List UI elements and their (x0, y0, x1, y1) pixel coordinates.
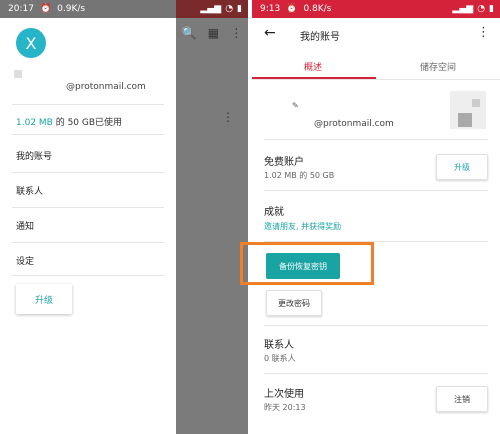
right-screen: 9:13 ⏰ 0.8K/s ▂▄▆ ◔ ▮ ← 我的账号 ⋮ 概述 储存空间 ✎… (252, 0, 500, 434)
status-time: 9:13 (260, 4, 281, 14)
account-email: @protonmail.com (314, 119, 394, 129)
divider (264, 190, 488, 191)
divider (12, 275, 164, 276)
menu-item-notifications[interactable]: 通知 (16, 219, 34, 232)
logout-button[interactable]: 注销 (436, 386, 488, 412)
divider (264, 325, 488, 326)
alarm-icon: ⏰ (286, 4, 298, 14)
nav-drawer: X @protonmail.com 1.02 MB 的 50 GB已使用 我的账… (0, 18, 176, 434)
divider (12, 207, 164, 208)
dimmed-content[interactable]: 🔍 ▦ ⋮ ⋮ (176, 18, 248, 434)
status-speed: 0.8K/s (303, 4, 332, 14)
status-speed: 0.9K/s (57, 4, 86, 14)
menu-item-contacts[interactable]: 联系人 (16, 184, 43, 197)
status-time: 20:17 (8, 4, 34, 14)
wifi-icon: ◔ (225, 4, 234, 14)
status-bar: 9:13 ⏰ 0.8K/s ▂▄▆ ◔ ▮ (252, 0, 500, 18)
app-bar: ← 我的账号 ⋮ (252, 18, 500, 52)
grid-icon: ▦ (207, 26, 220, 40)
left-screen: 20:17 ⏰ 0.9K/s ▂▄▆ ◔ ▮ 🔍 ▦ ⋮ ⋮ X @proton… (0, 0, 248, 434)
last-used-title: 上次使用 (264, 389, 304, 400)
upgrade-button[interactable]: 升级 (436, 154, 488, 180)
contacts-count: 0 联系人 (264, 354, 296, 363)
search-icon: 🔍 (181, 26, 197, 40)
status-icons: ▂▄▆ ◔ ▮ (176, 0, 248, 18)
divider (264, 139, 488, 140)
plan-title: 免费账户 (264, 157, 304, 168)
back-arrow-icon[interactable]: ← (264, 25, 276, 41)
tab-bar: 概述 储存空间 (252, 55, 500, 79)
page-title: 我的账号 (300, 32, 340, 43)
more-icon[interactable]: ⋮ (477, 25, 490, 40)
achievements-title: 成就 (264, 207, 284, 218)
contacts-title: 联系人 (264, 340, 294, 351)
upgrade-button[interactable]: 升级 (16, 284, 72, 314)
user-name-placeholder (14, 70, 22, 78)
divider (12, 134, 164, 135)
highlight-box (240, 242, 374, 285)
signal-icon: ▂▄▆ (200, 4, 222, 14)
more-icon: ⋮ (230, 26, 243, 40)
usage-used: 1.02 MB (16, 118, 53, 128)
tab-overview[interactable]: 概述 (304, 60, 322, 73)
alarm-icon: ⏰ (39, 4, 52, 14)
divider (12, 172, 164, 173)
signal-icon: ▂▄▆ (452, 4, 474, 14)
divider (12, 104, 164, 105)
divider (12, 242, 164, 243)
plan-usage: 1.02 MB 的 50 GB (264, 171, 335, 180)
profile-image (450, 91, 486, 129)
status-bar: 20:17 ⏰ 0.9K/s ▂▄▆ ◔ ▮ (0, 0, 248, 18)
wifi-icon: ◔ (477, 4, 486, 14)
divider (252, 79, 500, 80)
divider (264, 373, 488, 374)
account-email: @protonmail.com (66, 82, 146, 92)
edit-pencil-icon[interactable]: ✎ (292, 101, 299, 110)
status-icons: ▂▄▆ ◔ ▮ (452, 0, 494, 18)
storage-usage: 1.02 MB 的 50 GB已使用 (16, 115, 122, 128)
avatar[interactable]: X (16, 28, 46, 58)
menu-item-settings[interactable]: 设定 (16, 254, 34, 267)
usage-rest: 的 50 GB已使用 (52, 118, 123, 128)
last-used-time: 昨天 20:13 (264, 403, 306, 412)
tab-storage[interactable]: 储存空间 (420, 60, 456, 73)
battery-icon: ▮ (489, 4, 494, 14)
change-password-button[interactable]: 更改密码 (266, 290, 322, 316)
battery-icon: ▮ (237, 4, 242, 14)
more-icon: ⋮ (222, 110, 234, 124)
invite-friends-link[interactable]: 邀请朋友, 并获得奖励 (264, 221, 341, 232)
menu-item-my-account[interactable]: 我的账号 (16, 149, 52, 162)
